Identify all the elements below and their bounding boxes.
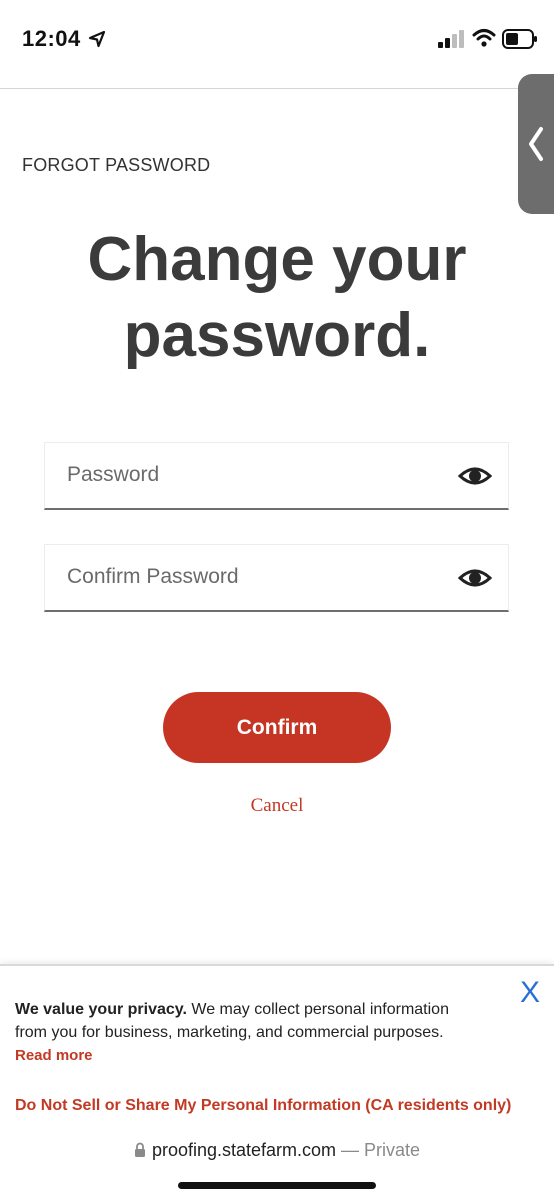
confirm-button[interactable]: Confirm <box>163 692 391 763</box>
page-title-line2: password. <box>123 301 431 370</box>
home-indicator[interactable] <box>178 1182 376 1189</box>
page-title: Change your password. <box>0 222 554 374</box>
password-input[interactable] <box>45 443 445 507</box>
do-not-sell-link[interactable]: Do Not Sell or Share My Personal Informa… <box>15 1094 535 1117</box>
privacy-banner: X We value your privacy. We may collect … <box>0 964 554 1126</box>
page-eyebrow: FORGOT PASSWORD <box>22 155 211 175</box>
password-field <box>44 442 509 510</box>
private-mode-label: Private <box>364 1140 421 1160</box>
location-arrow-icon <box>88 30 106 48</box>
wifi-icon <box>472 29 496 47</box>
privacy-message: We value your privacy. We may collect pe… <box>15 998 485 1067</box>
chevron-left-icon <box>529 127 543 161</box>
cellular-signal-icon <box>438 30 464 48</box>
lock-icon <box>134 1142 145 1157</box>
confirm-password-input[interactable] <box>45 545 445 609</box>
privacy-heading: We value your privacy. <box>15 1001 187 1018</box>
url-row[interactable]: proofing.statefarm.com — Private <box>0 1140 554 1161</box>
status-time: 12:04 <box>22 26 81 51</box>
browser-address-bar[interactable]: proofing.statefarm.com — Private <box>0 1124 554 1200</box>
side-panel-tab[interactable] <box>518 74 554 214</box>
eye-icon[interactable] <box>458 563 492 593</box>
page-title-line1: Change your <box>87 225 467 294</box>
url-separator: — <box>336 1140 365 1160</box>
read-more-link[interactable]: Read more <box>15 1044 485 1067</box>
eye-icon[interactable] <box>458 461 492 491</box>
battery-icon <box>502 29 537 49</box>
cancel-link[interactable]: Cancel <box>0 795 554 817</box>
status-bar: 12:04 <box>0 0 554 89</box>
url-domain: proofing.statefarm.com <box>151 1140 337 1160</box>
close-banner-button[interactable]: X <box>520 976 540 1010</box>
confirm-password-field <box>44 544 509 612</box>
